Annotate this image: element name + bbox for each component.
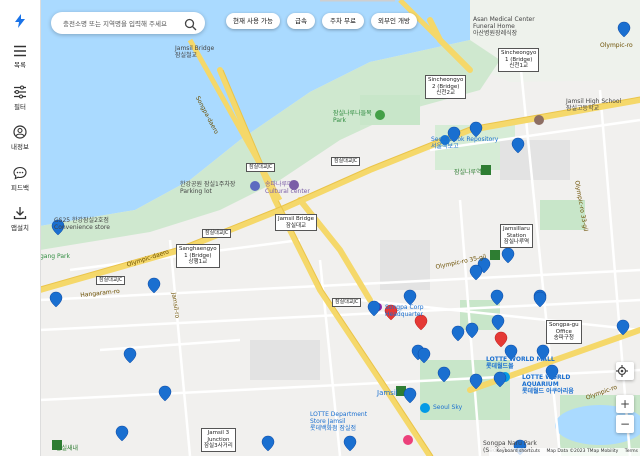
map-label-gs25: GS25 한강잠실2호점 Convenience store <box>54 217 110 231</box>
map-data-credit: Map Data ©2023 TMap Mobility <box>546 449 619 454</box>
map-canvas[interactable]: Asan Medical Center Funeral Home 아산병원장례식… <box>40 0 640 456</box>
box-label-jamsil3: Jamsil 3 Junction 잠실3사거리 <box>201 428 236 452</box>
box-label-sanghaengyo: Sanghaengyo 1 (Bridge) 상행1교 <box>176 244 220 268</box>
map-label-jamsil-naru-park: 잠실나루나들목 Park <box>333 110 372 124</box>
locate-icon <box>616 365 628 377</box>
map-label-jamsil-station: Jamsil <box>377 389 398 397</box>
locate-button[interactable] <box>616 362 634 380</box>
lightning-icon <box>15 14 25 28</box>
map-label-lotte-aquarium: LOTTE WORLD AQUARIUM 롯데월드 아쿠아리움 <box>522 374 574 395</box>
keyboard-shortcuts-link[interactable]: Keyboard shortcuts <box>496 449 540 454</box>
map-label-lotte-dept: LOTTE Department Store Jamsil 롯데백화점 잠실점 <box>310 411 368 432</box>
jc-label-1: 잠실대교JC <box>246 163 276 172</box>
chat-icon <box>13 166 27 180</box>
map-label-jamsil-saenae: 잠실새내 <box>56 445 79 452</box>
map-label-asan: Asan Medical Center Funeral Home 아산병원장례식… <box>473 16 535 37</box>
box-label-jamsillaru-station: Jamsillaru Station 잠실나루역 <box>500 224 533 248</box>
terms-link[interactable]: Terms <box>625 449 638 454</box>
user-icon <box>13 125 27 139</box>
app-logo[interactable] <box>9 10 31 32</box>
map-label-gang-park: gang Park <box>40 253 70 260</box>
map-label-lotte-world-mall: LOTTE WORLD MALL 롯데월드몰 <box>486 356 555 370</box>
download-icon <box>13 207 27 220</box>
sidebar-item-install[interactable]: 앱설치 <box>0 206 40 232</box>
chip-fast-charge[interactable]: 급속 <box>287 13 315 29</box>
box-label-songpagu-office: Songpa-gu Office 송파구청 <box>546 320 582 344</box>
map-label-jamsil-bridge: Jamsil Bridge 잠실철교 <box>175 45 215 59</box>
app-window: Asan Medical Center Funeral Home 아산병원장례식… <box>0 0 640 456</box>
sidebar-item-label: 피드백 <box>11 184 29 192</box>
map-attribution: Keyboard shortcuts Map Data ©2023 TMap M… <box>489 448 640 456</box>
filter-icon <box>14 85 26 99</box>
map-label-seoul-sky: Seoul Sky <box>433 404 463 411</box>
sidebar-item-label: 필터 <box>14 103 26 111</box>
sidebar-item-label: 목록 <box>14 61 26 69</box>
zoom-out-button[interactable]: − <box>616 415 634 433</box>
map-label-olympic-ro-top: Olympic-ro <box>600 42 633 49</box>
zoom-in-button[interactable]: + <box>616 395 634 413</box>
map-label-seoul-book: Seoul Book Repository 서울책보고 <box>431 136 499 150</box>
sidebar-item-filter[interactable]: 필터 <box>0 85 40 111</box>
menu-icon <box>14 45 26 57</box>
map-label-songpa-naru: 송파나루마루 Cultural center <box>265 181 310 195</box>
search-input[interactable] <box>61 15 183 33</box>
jc-label-3: 잠실대교JC <box>202 229 232 238</box>
sidebar-item-label: 앱설치 <box>11 224 29 232</box>
chip-free-parking[interactable]: 주차 무료 <box>322 13 364 29</box>
map-label-jamsilnaru-station: 잠실나루역 <box>454 169 482 176</box>
sidebar-item-label: 내정보 <box>11 143 29 151</box>
sidebar-item-feedback[interactable]: 피드백 <box>0 166 40 192</box>
search-bar <box>51 12 205 34</box>
search-icon[interactable] <box>184 16 197 35</box>
box-label-sincheon1: Sincheongyo 1 (Bridge) 신천1교 <box>498 48 540 72</box>
sidebar: 목록 필터 내정보 피드백 앱설치 <box>0 0 41 456</box>
sidebar-item-profile[interactable]: 내정보 <box>0 125 40 151</box>
sidebar-item-list[interactable]: 목록 <box>0 45 40 69</box>
box-label-jamsil-daegyo: Jamsil Bridge 잠실대교 <box>275 214 317 231</box>
map-label-jamsil-high: Jamsil High School 잠실고등학교 <box>566 98 622 112</box>
jc-label-4: 잠실대교JC <box>96 276 126 285</box>
chip-available-now[interactable]: 현재 사용 가능 <box>226 13 280 29</box>
chip-public-access[interactable]: 외부인 개방 <box>371 13 417 29</box>
jc-label-5: 잠실대교JC <box>332 298 362 307</box>
box-label-sincheon2: Sincheongyo 2 (Bridge) 신천2교 <box>425 75 467 99</box>
map-label-songpa-corp: Songpa Corp Headquarter <box>385 304 424 318</box>
map-label-parking: 한강공원 잠실1주차장 Parking lot <box>180 181 236 195</box>
jc-label-2: 잠실대교JC <box>331 157 361 166</box>
